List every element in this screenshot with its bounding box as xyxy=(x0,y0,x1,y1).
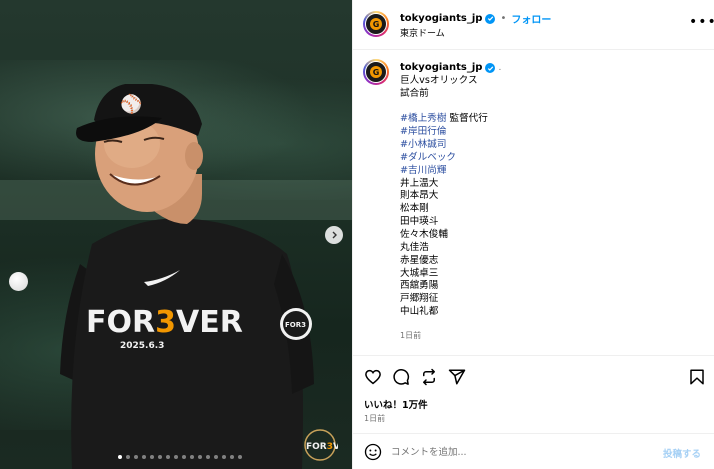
chevron-right-icon xyxy=(332,231,337,239)
likes-count[interactable]: いいね！1万件 xyxy=(364,397,428,411)
more-options-button[interactable]: ••• xyxy=(689,15,714,29)
caption-body: 巨人vsオリックス 試合前 #橋上秀樹 監督代行 #岸田行倫 #小林誠司 #ダルベック #吉… xyxy=(400,75,700,319)
carousel-dot xyxy=(182,455,186,459)
carousel-dot xyxy=(166,455,170,459)
location-link[interactable]: 東京ドーム xyxy=(400,26,445,39)
carousel-dot xyxy=(222,455,226,459)
post-comment-button[interactable]: 投稿する xyxy=(663,446,701,460)
caption-line: 戸郷翔征 xyxy=(400,293,439,305)
follow-button[interactable]: フォロー xyxy=(511,11,551,26)
verified-badge-icon xyxy=(485,13,496,24)
post-header: G tokyogiants_jp • フォロー 東京ドーム ••• xyxy=(353,0,714,50)
hashtag-link[interactable]: #吉川尚輝 xyxy=(400,165,700,178)
carousel-dot xyxy=(118,455,122,459)
comment-bar: 投稿する xyxy=(353,433,714,469)
header-username[interactable]: tokyogiants_jp xyxy=(400,13,482,24)
caption-line: 大城卓三 xyxy=(400,267,439,279)
caption-username[interactable]: tokyogiants_jp xyxy=(400,62,482,75)
bookmark-icon[interactable] xyxy=(688,368,706,386)
comment-input[interactable] xyxy=(391,443,651,461)
caption-line: 佐々木俊輔 xyxy=(400,228,448,240)
carousel-indicator xyxy=(118,455,242,459)
caption-line: 田中瑛斗 xyxy=(400,216,439,228)
svg-text:2025.6.3: 2025.6.3 xyxy=(120,341,164,351)
giants-logo-icon: G xyxy=(370,66,382,78)
post-media[interactable]: ⚾ FOR3VER 2025.6.3 FOR3 FOR3VER xyxy=(0,0,352,469)
carousel-dot xyxy=(126,455,130,459)
carousel-dot xyxy=(134,455,138,459)
post-caption: tokyogiants_jp . 巨人vsオリックス 試合前 #橋上秀樹 監督代行 #… xyxy=(400,62,700,319)
post-sidebar: G tokyogiants_jp • フォロー 東京ドーム ••• G toky… xyxy=(352,0,714,469)
carousel-dot xyxy=(142,455,146,459)
carousel-dot xyxy=(198,455,202,459)
carousel-dot xyxy=(150,455,154,459)
verified-badge-icon xyxy=(485,63,496,74)
caption-line: 則本昂大 xyxy=(400,190,439,202)
caption-line: 巨人vsオリックス xyxy=(400,74,478,86)
caption-dot: . xyxy=(498,63,502,73)
carousel-dot xyxy=(206,455,210,459)
comment-icon[interactable] xyxy=(392,368,410,386)
repost-icon[interactable] xyxy=(420,368,438,386)
caption-header: tokyogiants_jp . xyxy=(400,62,700,75)
caption-line: 試合前 xyxy=(400,87,429,99)
caption-line: 赤星優志 xyxy=(400,254,439,266)
svg-text:⚾: ⚾ xyxy=(119,93,142,115)
carousel-dot xyxy=(174,455,178,459)
caption-line: 中山礼都 xyxy=(400,306,439,318)
caption-line: 丸佳浩 xyxy=(400,241,429,253)
carousel-next-button[interactable] xyxy=(325,226,343,244)
forever-logo-icon: FOR3VER xyxy=(304,429,338,461)
baseball xyxy=(9,272,28,291)
hashtag-link[interactable]: #小林誠司 xyxy=(400,139,700,152)
instagram-post: ⚾ FOR3VER 2025.6.3 FOR3 FOR3VER G xyxy=(0,0,714,469)
caption-avatar[interactable]: G xyxy=(363,59,389,85)
caption-time: 1日前 xyxy=(400,331,422,340)
hashtag-link[interactable]: #岸田行倫 xyxy=(400,126,700,139)
carousel-dot xyxy=(190,455,194,459)
emoji-icon[interactable] xyxy=(364,443,382,461)
giants-logo-icon: G xyxy=(370,18,382,30)
action-bar xyxy=(353,355,714,395)
avatar[interactable]: G xyxy=(363,11,389,37)
post-date[interactable]: 1日前 xyxy=(364,413,385,424)
caption-line: 松本剛 xyxy=(400,203,429,215)
carousel-dot xyxy=(238,455,242,459)
share-icon[interactable] xyxy=(448,368,466,386)
caption-text: 監督代行 xyxy=(446,113,488,125)
caption-line: #橋上秀樹 監督代行 xyxy=(400,113,700,126)
header-user-row: tokyogiants_jp • フォロー xyxy=(400,11,551,26)
svg-text:FOR3VER: FOR3VER xyxy=(306,442,338,452)
photo-subject: ⚾ FOR3VER 2025.6.3 FOR3 xyxy=(60,84,314,469)
hashtag-link[interactable]: #ダルベック xyxy=(400,152,700,165)
separator: • xyxy=(500,13,507,24)
hashtag-link[interactable]: #橋上秀樹 xyxy=(400,113,446,124)
carousel-dot xyxy=(214,455,218,459)
heart-icon[interactable] xyxy=(364,368,382,386)
carousel-dot xyxy=(230,455,234,459)
caption-line: 井上温大 xyxy=(400,177,439,189)
caption-line: 西舘勇陽 xyxy=(400,280,439,292)
shirt-text: FOR3VER xyxy=(86,305,243,340)
svg-text:FOR3: FOR3 xyxy=(285,321,306,329)
carousel-dot xyxy=(158,455,162,459)
